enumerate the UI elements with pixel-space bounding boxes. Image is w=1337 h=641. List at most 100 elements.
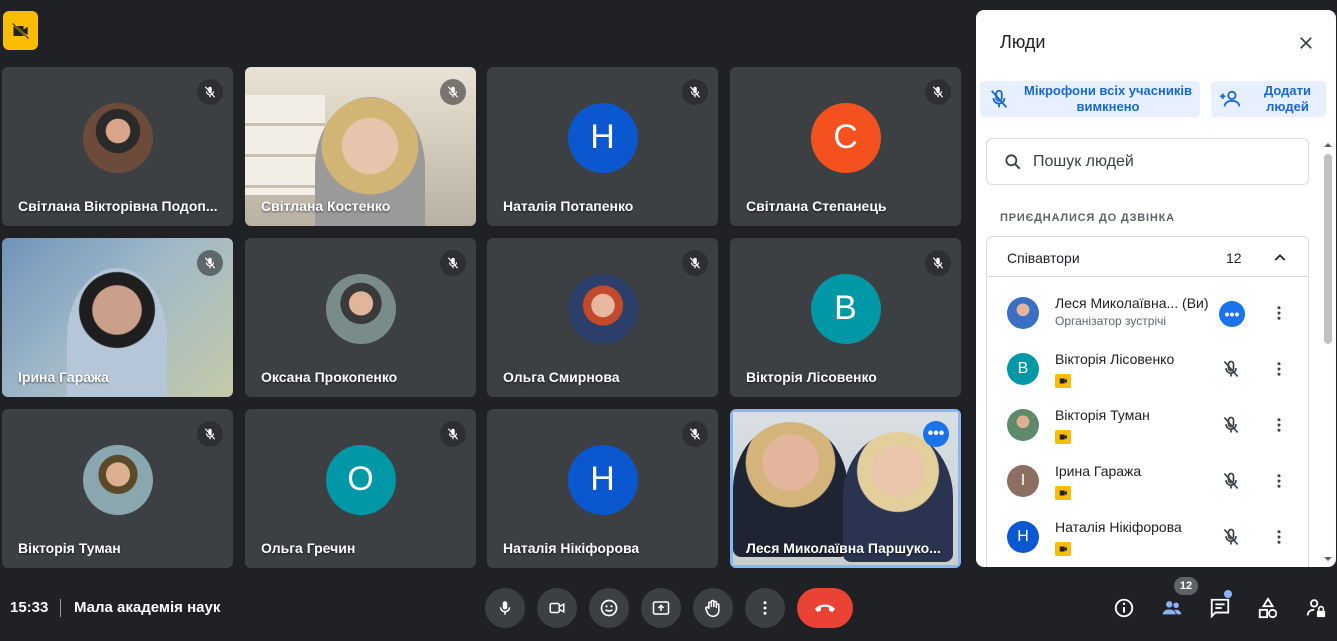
- participant-name: Ірина Гаража: [1055, 463, 1142, 479]
- chat-notification-dot: [1224, 590, 1232, 598]
- participant-tile[interactable]: В Вікторія Лісовенко: [730, 238, 961, 397]
- participant-row[interactable]: І Ірина Гаража: [987, 453, 1308, 509]
- mic-off-icon[interactable]: [1219, 469, 1243, 493]
- participant-tile[interactable]: Н Наталія Нікіфорова: [487, 409, 718, 568]
- participant-tile[interactable]: Ірина Гаража: [2, 238, 233, 397]
- participant-name: Світлана Степанець: [746, 198, 887, 214]
- participant-name: Вікторія Лісовенко: [1055, 351, 1175, 367]
- participant-avatar: О: [325, 444, 396, 515]
- participant-avatar: В: [810, 273, 881, 344]
- participant-avatar: Н: [567, 102, 638, 173]
- participant-name: Ірина Гаража: [18, 369, 109, 385]
- participant-avatar: Н: [1007, 521, 1039, 553]
- participant-row[interactable]: Н Наталія Нікіфорова: [987, 509, 1308, 565]
- more-options-button[interactable]: [745, 588, 785, 628]
- mic-off-icon: [197, 421, 223, 447]
- participant-name: Світлана Костенко: [261, 198, 391, 214]
- mic-icon: [499, 601, 511, 615]
- participant-tile[interactable]: С Світлана Степанець: [730, 67, 961, 226]
- meeting-details-button[interactable]: [1111, 595, 1137, 621]
- bottom-toolbar: 15:33 Мала академія наук 12: [0, 575, 1337, 641]
- scrollbar[interactable]: [1322, 138, 1334, 566]
- scrollbar-thumb[interactable]: [1324, 154, 1332, 344]
- camera-button[interactable]: [537, 588, 577, 628]
- participant-tile[interactable]: Оксана Прокопенко: [245, 238, 476, 397]
- no-video-icon: [11, 22, 29, 39]
- search-input[interactable]: [1033, 152, 1273, 171]
- participant-tile[interactable]: Світлана Вікторівна Подоп...: [2, 67, 233, 226]
- participant-name: Наталія Потапенко: [503, 198, 634, 214]
- chat-icon: [1210, 598, 1230, 619]
- participant-name: Ольга Смирнова: [503, 369, 620, 385]
- present-icon: [652, 601, 670, 615]
- more-vert-icon[interactable]: [1267, 357, 1291, 381]
- mic-off-icon: [925, 250, 951, 276]
- participant-avatar: В: [1007, 353, 1039, 385]
- more-vert-icon[interactable]: [1267, 469, 1291, 493]
- activities-button[interactable]: [1255, 595, 1281, 621]
- emoji-icon: [600, 599, 618, 617]
- emoji-button[interactable]: [589, 588, 629, 628]
- participant-row[interactable]: Леся Миколаївна... (Ви) Організатор зуст…: [987, 285, 1308, 341]
- end-call-icon: [815, 604, 835, 612]
- participant-tile[interactable]: Світлана Костенко: [245, 67, 476, 226]
- host-controls-button[interactable]: [1303, 595, 1329, 621]
- participant-name: Світлана Вікторівна Подоп...: [18, 198, 218, 214]
- microphone-button[interactable]: [485, 588, 525, 628]
- recording-indicator[interactable]: [3, 11, 38, 50]
- more-options-button[interactable]: •••: [923, 421, 949, 447]
- chevron-up-icon[interactable]: [1268, 246, 1292, 270]
- mute-all-button[interactable]: Мікрофони всіх учасників вимкнено: [980, 81, 1200, 117]
- panel-title: Люди: [1000, 32, 1046, 52]
- search-box[interactable]: [986, 138, 1309, 185]
- divider: [60, 599, 61, 617]
- more-vert-icon[interactable]: [1267, 301, 1291, 325]
- mic-off-icon[interactable]: [1219, 413, 1243, 437]
- participant-avatar: І: [1007, 465, 1039, 497]
- self-tile[interactable]: ••• Леся Миколаївна Паршуко...: [730, 409, 961, 568]
- more-vert-icon[interactable]: [1267, 413, 1291, 437]
- participant-row[interactable]: В Вікторія Лісовенко: [987, 341, 1308, 397]
- participant-avatar: Н: [567, 444, 638, 515]
- participant-tile[interactable]: Ольга Смирнова: [487, 238, 718, 397]
- add-people-label: Додати людей: [1263, 83, 1312, 114]
- add-people-button[interactable]: Додати людей: [1211, 81, 1326, 117]
- participant-avatar: [567, 273, 638, 344]
- participant-name: Леся Миколаївна... (Ви): [1055, 295, 1209, 311]
- participant-name: Ольга Гречин: [261, 540, 356, 556]
- participant-name: Вікторія Туман: [18, 540, 121, 556]
- participant-row[interactable]: Вікторія Туман: [987, 397, 1308, 453]
- raise-hand-button[interactable]: [693, 588, 733, 628]
- no-video-icon: [1055, 486, 1071, 500]
- participant-avatar: [325, 273, 396, 344]
- participant-count-badge: 12: [1174, 577, 1198, 595]
- add-person-icon: [1219, 88, 1243, 110]
- close-icon[interactable]: [1294, 31, 1318, 55]
- people-button[interactable]: [1159, 595, 1185, 621]
- more-vert-icon: [763, 601, 767, 615]
- no-video-icon: [1055, 430, 1071, 444]
- participant-tile[interactable]: О Ольга Гречин: [245, 409, 476, 568]
- participant-tile[interactable]: Вікторія Туман: [2, 409, 233, 568]
- people-icon: [1162, 601, 1182, 615]
- chat-button[interactable]: [1207, 595, 1233, 621]
- participant-tile[interactable]: Н Наталія Потапенко: [487, 67, 718, 226]
- leave-call-button[interactable]: [797, 588, 853, 628]
- mic-off-icon: [440, 421, 466, 447]
- search-icon: [1003, 152, 1023, 172]
- scroll-down-icon[interactable]: [1322, 554, 1334, 564]
- present-screen-button[interactable]: [641, 588, 681, 628]
- scroll-up-icon[interactable]: [1322, 140, 1334, 150]
- mic-off-icon: [682, 421, 708, 447]
- group-header[interactable]: Співавтори 12: [987, 237, 1308, 277]
- shapes-icon: [1258, 597, 1278, 619]
- mute-all-label: Мікрофони всіх учасників вимкнено: [1024, 83, 1192, 114]
- more-options-button[interactable]: •••: [1219, 301, 1245, 327]
- mic-off-icon[interactable]: [1219, 357, 1243, 381]
- participant-name: Наталія Нікіфорова: [503, 540, 640, 556]
- more-vert-icon[interactable]: [1267, 525, 1291, 549]
- mic-off-icon: [197, 250, 223, 276]
- group-title: Співавтори: [1007, 250, 1080, 266]
- participant-avatar: [1007, 409, 1039, 441]
- mic-off-icon[interactable]: [1219, 525, 1243, 549]
